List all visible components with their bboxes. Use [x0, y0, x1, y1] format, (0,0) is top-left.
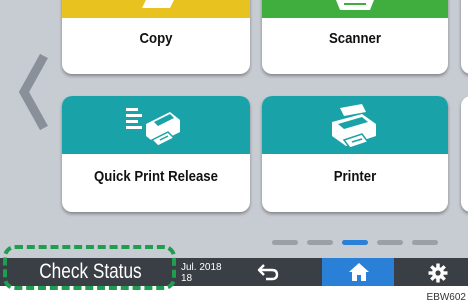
quick-print-release-icon	[126, 108, 180, 147]
back-icon[interactable]	[256, 262, 280, 282]
chevron-left-icon[interactable]	[14, 50, 54, 134]
home-icon	[349, 263, 369, 281]
home-screen: Copy Scanner Quick Print Release Printer	[0, 0, 468, 258]
page-dot-5[interactable]	[412, 240, 438, 245]
scanner-label: Scanner	[328, 30, 382, 47]
quick-print-release-label: Quick Print Release	[94, 168, 218, 185]
quick-print-release-tile[interactable]: Quick Print Release	[62, 96, 250, 212]
copy-icon	[142, 0, 174, 8]
page-dot-3-active[interactable]	[342, 240, 368, 245]
scanner-tile[interactable]: Scanner	[262, 0, 448, 74]
scanner-icon	[336, 0, 374, 10]
page-dot-1[interactable]	[272, 240, 298, 245]
page-dot-2[interactable]	[307, 240, 333, 245]
printer-icon	[332, 104, 376, 149]
check-status-highlight	[3, 245, 176, 290]
printer-tile[interactable]: Printer	[262, 96, 448, 212]
page-dot-4[interactable]	[377, 240, 403, 245]
offscreen-tile-bottom[interactable]	[461, 96, 468, 212]
copy-tile[interactable]: Copy	[62, 0, 250, 74]
date-line-2: 18	[181, 273, 193, 284]
gear-icon[interactable]	[428, 263, 448, 283]
copy-label: Copy	[139, 30, 173, 47]
date-line-1: Jul. 2018	[181, 262, 222, 273]
figure-code: EBW602	[426, 292, 466, 303]
offscreen-tile-top[interactable]	[461, 0, 468, 74]
printer-label: Printer	[333, 168, 377, 185]
date-time-display: Jul. 2018 18	[181, 262, 222, 284]
